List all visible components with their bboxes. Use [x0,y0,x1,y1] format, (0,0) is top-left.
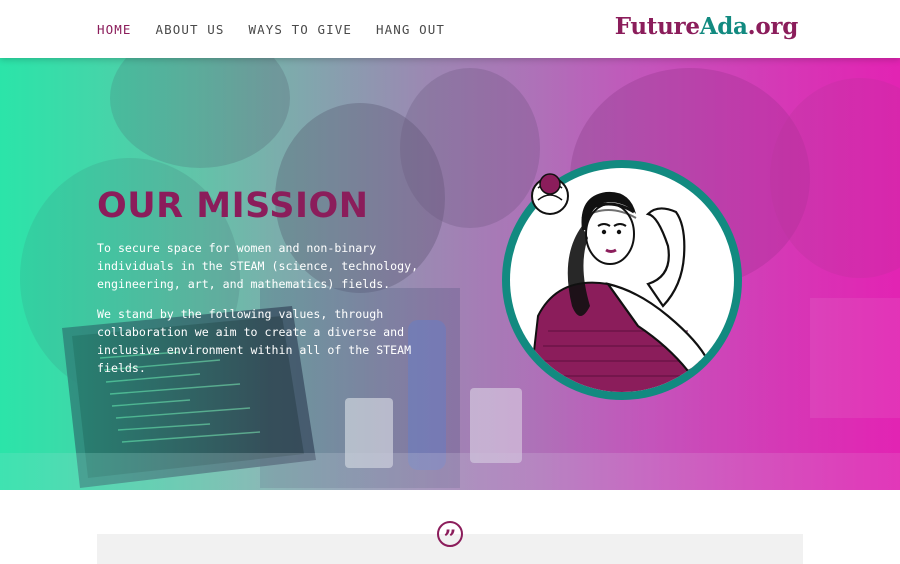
site-header: HOME ABOUT US WAYS TO GIVE HANG OUT Futu… [0,0,900,58]
nav-ways-to-give[interactable]: WAYS TO GIVE [249,22,353,37]
mission-title: OUR MISSION [97,186,369,226]
ada-lovelace-illustration [502,160,742,400]
quote-icon: ” [437,521,463,550]
nav-about-us[interactable]: ABOUT US [156,22,225,37]
mission-paragraph-2: We stand by the following values, throug… [97,307,412,375]
logo-future: Future [614,13,700,40]
site-logo[interactable]: FutureAda.org [614,13,799,40]
main-nav: HOME ABOUT US WAYS TO GIVE HANG OUT [97,0,445,58]
mission-paragraph-1: To secure space for women and non-binary… [97,241,419,291]
nav-hang-out[interactable]: HANG OUT [376,22,445,37]
hero-section: OUR MISSION To secure space for women an… [0,58,900,490]
logo-org: .org [747,13,799,40]
nav-home[interactable]: HOME [97,22,132,37]
logo-ada: Ada [699,13,748,40]
